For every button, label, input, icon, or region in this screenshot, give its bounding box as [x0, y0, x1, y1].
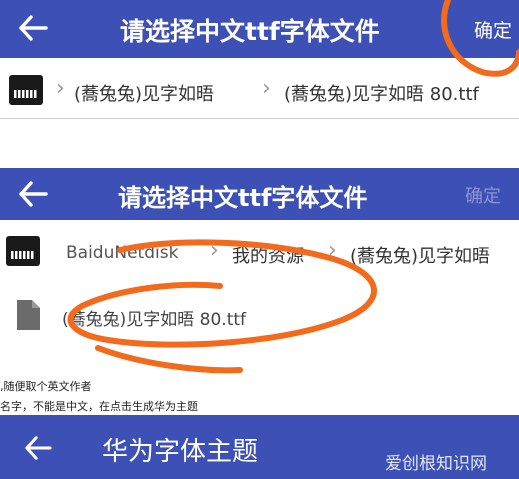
circle-annotation	[67, 0, 519, 374]
